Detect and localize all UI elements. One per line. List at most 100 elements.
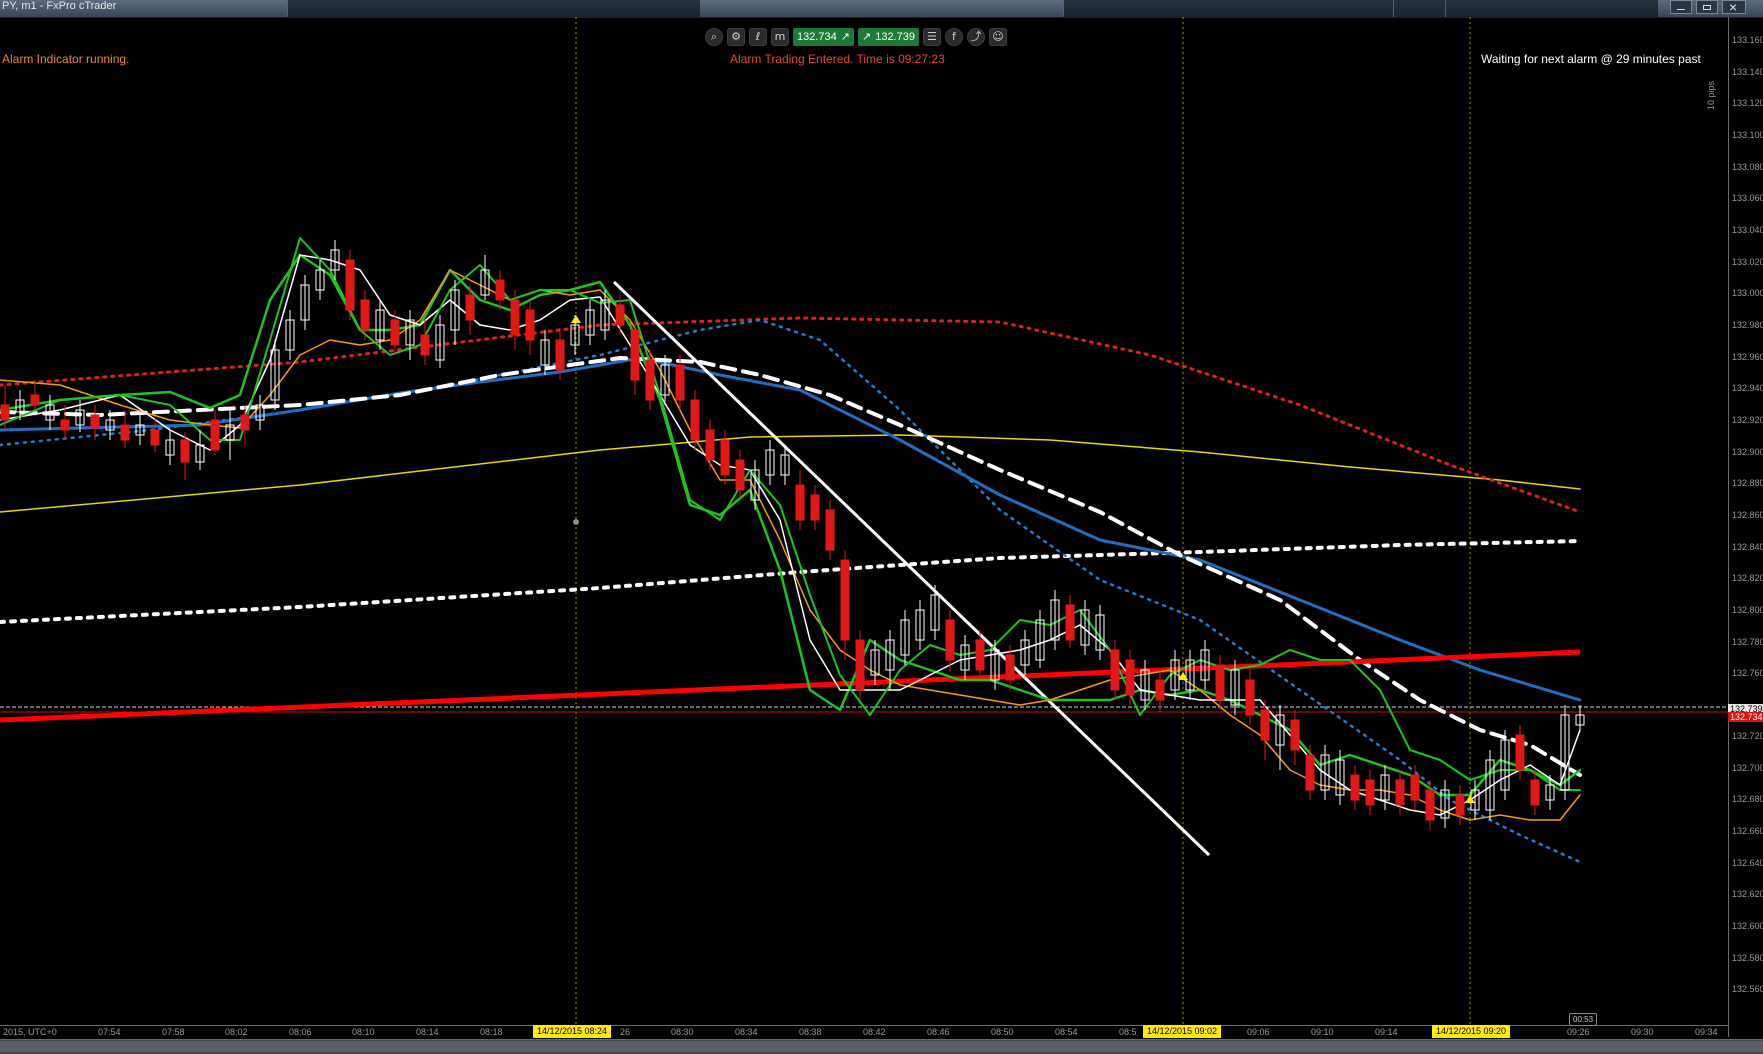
price-axis-label: 132.840 [1732,542,1763,552]
time-axis-label: 08:06 [289,1027,312,1037]
price-axis-label: 132.620 [1732,889,1763,899]
candlestick [90,414,100,429]
candlestick [525,309,535,341]
candlestick [120,424,130,441]
candlestick [1365,779,1375,806]
candlestick [855,639,865,691]
candlestick [1005,654,1015,681]
candlestick [975,639,985,671]
candlestick [495,279,505,301]
horizontal-scrollbar[interactable] [0,1041,1763,1052]
time-axis-label: 08:30 [671,1027,694,1037]
white-trendline [612,280,1211,857]
candlestick [810,494,820,521]
candlestick [1065,604,1075,641]
close-button[interactable] [1722,0,1746,15]
candlestick [555,339,565,371]
candlestick [240,414,250,431]
chart-settings-icon[interactable]: ⚙ [727,28,745,46]
candlestick [645,359,655,401]
candlestick [795,484,805,521]
time-axis-label: 09:26 [1567,1027,1590,1037]
candlestick [210,419,220,451]
price-axis-label: 133.000 [1732,288,1763,298]
price-axis-label: 133.140 [1732,67,1763,77]
title-bar: PY, m1 - FxPro cTrader [0,0,1763,18]
profile-icon[interactable]: ☺ [988,28,1007,46]
time-axis-label: 09:14 [1375,1027,1398,1037]
time-axis-label: 08:38 [799,1027,822,1037]
window-title: PY, m1 - FxPro cTrader [2,0,117,12]
time-axis-label: 26 [620,1027,631,1037]
green-moving-average [0,253,1582,797]
zoom-icon[interactable]: ⌕ [705,28,723,46]
price-chart[interactable] [0,17,1728,1025]
red-dotted-moving-average [0,316,1582,514]
candlestick [615,304,625,326]
minimize-button[interactable] [1670,0,1692,14]
price-axis-label: 132.780 [1732,637,1763,647]
title-bar-segment [1445,0,1658,17]
yellow-moving-average [0,434,1581,513]
time-axis-label: 09:34 [1695,1027,1718,1037]
sell-price-button[interactable]: 132.734 ↗ [793,28,854,46]
price-axis-label: 133.120 [1732,98,1763,108]
price-axis-label: 133.100 [1732,130,1763,140]
candlestick [0,404,10,421]
share-icon[interactable]: ⤴ [966,28,985,46]
candlestick [1395,779,1405,806]
timeframe-icon[interactable]: m [771,28,789,46]
candlestick [675,364,685,401]
time-axis-label: 08:50 [991,1027,1014,1037]
candlestick [180,439,190,463]
time-marker-label: 14/12/2015 09:02 [1143,1025,1222,1038]
price-axis-label: 132.680 [1732,794,1763,804]
candlestick [1425,789,1435,821]
bid-price-tag: 132.734 [1728,712,1763,722]
buy-price-button[interactable]: ↗ 132.739 [857,28,919,46]
candlestick [705,429,715,461]
time-axis-label: 08:5 [1119,1027,1137,1037]
price-axis-label: 132.660 [1732,826,1763,836]
candlestick [720,439,730,476]
time-axis-label: 08:02 [225,1027,248,1037]
price-axis-label: 132.560 [1732,984,1763,994]
buy-arrow-icon: ↗ [861,31,872,43]
price-axis-label: 133.080 [1732,162,1763,172]
price-axis-border [1728,17,1729,1037]
candlestick [1305,754,1315,791]
price-axis-label: 132.640 [1732,858,1763,868]
candlestick [510,299,520,336]
time-axis-label: 09:06 [1247,1027,1270,1037]
candlestick [825,509,835,551]
list-icon[interactable]: ☰ [922,28,941,46]
price-axis-label: 132.800 [1732,605,1763,615]
price-axis-label: 132.940 [1732,383,1763,393]
candlestick [1350,774,1360,801]
title-bar-segment [1063,0,1394,17]
candlestick [840,559,850,641]
price-axis-label: 132.760 [1732,668,1763,678]
alarm-trade-message: Alarm Trading Entered. Time is 09:27:23 [730,52,945,66]
price-axis-label: 132.820 [1732,573,1763,583]
facebook-icon[interactable]: f [944,28,963,46]
time-marker-label: 14/12/2015 09:20 [1432,1025,1511,1038]
candlestick [1155,679,1165,701]
indicators-icon[interactable]: ℓ [749,28,767,46]
blue-dotted-moving-average [0,318,1582,864]
alarm-status-message: Alarm Indicator running. [2,52,130,66]
candlestick [630,329,640,381]
candlestick [690,399,700,441]
candlestick [1410,774,1420,801]
next-alarm-message: Waiting for next alarm @ 29 minutes past [1481,52,1701,66]
time-axis-label: 08:34 [735,1027,758,1037]
candlestick [1245,679,1255,716]
candlestick [1530,779,1540,806]
ctrader-window: PY, m1 - FxPro cTrader ⌕ ⚙ ℓ m 132.734 ↗… [0,0,1763,1054]
price-axis-label: 132.600 [1732,921,1763,931]
sell-arrow-icon: ↗ [840,31,850,43]
time-axis-label: 08:46 [927,1027,950,1037]
candlestick [465,294,475,321]
price-axis-label: 132.880 [1732,478,1763,488]
maximize-button[interactable] [1696,0,1718,14]
